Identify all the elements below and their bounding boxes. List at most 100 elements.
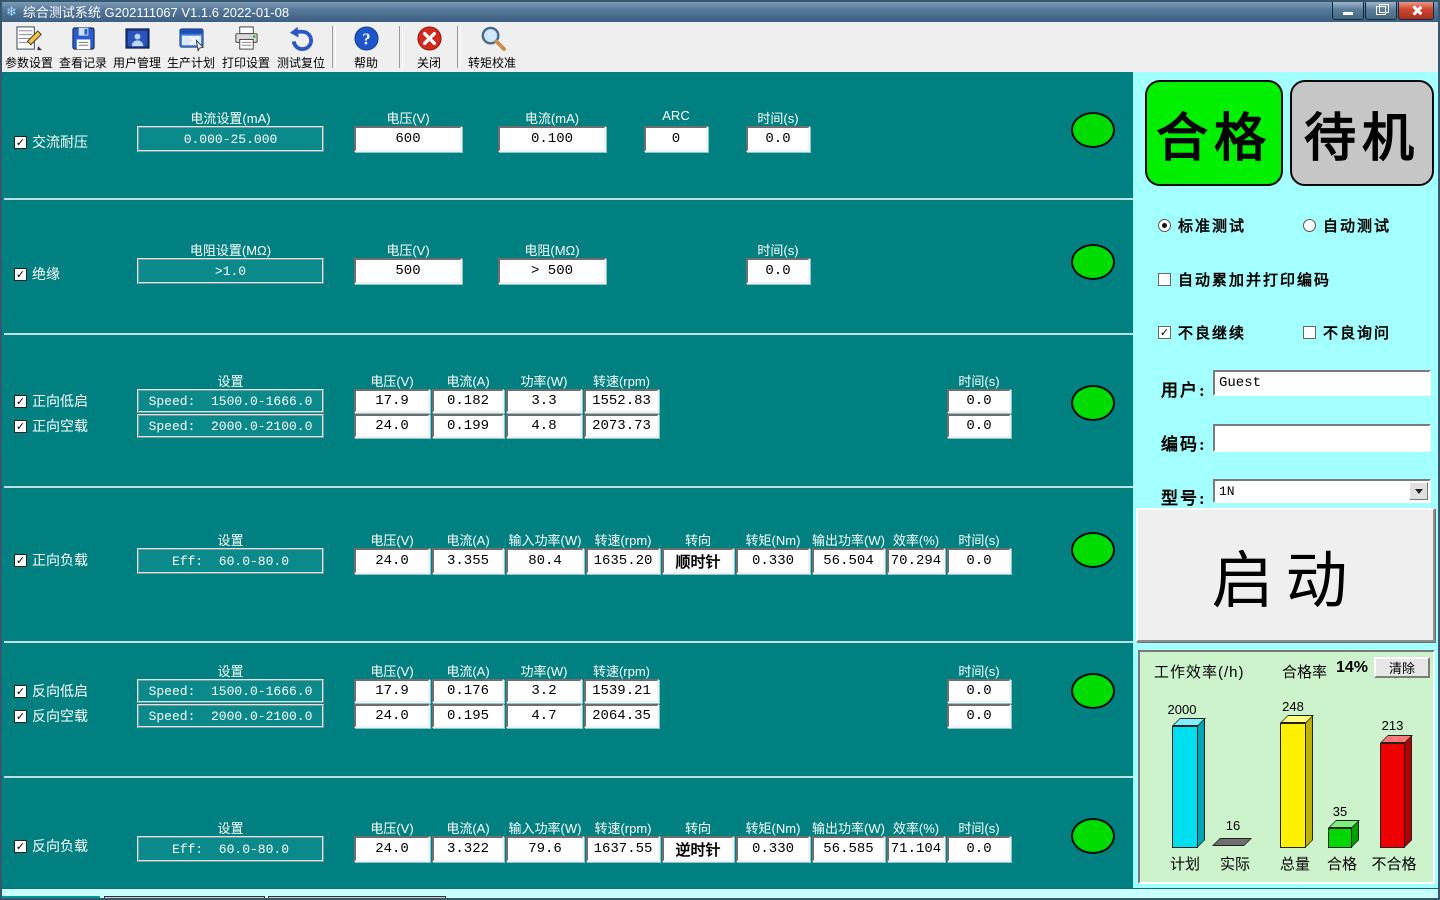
col-header: 电流(A) xyxy=(432,371,504,390)
window-controls xyxy=(1332,0,1434,20)
forward-noload-checkbox[interactable]: ✓正向空载 xyxy=(14,418,88,434)
dropdown-button[interactable] xyxy=(1409,482,1428,500)
value-display: 0.182 xyxy=(432,389,504,413)
col-header: 时间(s) xyxy=(947,530,1011,549)
col-header: 输出功率(W) xyxy=(812,818,885,837)
view-records-button[interactable]: 查看记录 xyxy=(56,24,110,72)
setting-value: Eff: 60.0-80.0 xyxy=(137,836,324,862)
value-display: 0.0 xyxy=(947,414,1011,438)
value-display: 70.294 xyxy=(887,548,945,574)
restore-button[interactable] xyxy=(1365,0,1397,20)
model-value: 1N xyxy=(1219,484,1235,499)
status-led xyxy=(1071,244,1115,280)
col-header: 转速(rpm) xyxy=(584,371,659,390)
fail-ask-checkbox[interactable]: 不良询问 xyxy=(1303,324,1391,340)
start-button[interactable]: 启动 xyxy=(1136,508,1435,642)
minimize-icon xyxy=(1343,12,1353,15)
close-button[interactable] xyxy=(1398,0,1434,20)
pass-rate-label: 合格率 xyxy=(1282,661,1327,682)
bottom-strip xyxy=(0,888,1440,900)
param-settings-button[interactable]: 参数设置 xyxy=(2,24,56,72)
col-header: 功率(W) xyxy=(506,371,582,390)
auto-accumulate-print-checkbox[interactable]: 自动累加并打印编码 xyxy=(1158,271,1331,287)
value-display: 3.355 xyxy=(432,548,504,574)
radio-standard-test[interactable]: 标准测试 xyxy=(1158,217,1246,233)
value-display: 0.330 xyxy=(736,548,810,574)
col-header: 电压(V) xyxy=(354,818,430,837)
value-display: 17.9 xyxy=(354,389,430,413)
value-display: 3.3 xyxy=(506,389,582,413)
col-header: 电流(A) xyxy=(432,530,504,549)
bar-value-fail: 213 xyxy=(1368,718,1417,733)
section-reverse-load: ✓反向负载 设置 Eff: 60.0-80.0 电压(V) 电流(A) 输入功率… xyxy=(4,778,1133,888)
col-header: 电压(V) xyxy=(354,530,430,549)
toolbar: 参数设置 查看记录 用户管理 生产计划 打印设置 测试复位 ? 帮助 xyxy=(0,22,1440,73)
bar-value-actual: 16 xyxy=(1204,818,1262,833)
col-header: 时间(s) xyxy=(947,661,1011,680)
reverse-noload-checkbox[interactable]: ✓反向空载 xyxy=(14,708,88,724)
test-reset-button[interactable]: 测试复位 xyxy=(274,24,328,72)
value-display: 0.0 xyxy=(746,126,810,152)
value-display: 0.0 xyxy=(947,679,1011,703)
col-header: 输入功率(W) xyxy=(506,818,584,837)
forward-load-checkbox[interactable]: ✓正向负载 xyxy=(14,552,88,568)
svg-text:?: ? xyxy=(362,29,370,48)
taskbar-button-partial xyxy=(104,896,265,900)
code-input[interactable] xyxy=(1213,424,1431,452)
col-header: 时间(s) xyxy=(746,108,810,127)
value-display: 2073.73 xyxy=(584,414,659,438)
status-led xyxy=(1071,818,1115,854)
user-management-button[interactable]: 用户管理 xyxy=(110,24,164,72)
col-header: 电压(V) xyxy=(354,371,430,390)
bar-pass xyxy=(1328,820,1352,848)
reverse-load-checkbox[interactable]: ✓反向负载 xyxy=(14,838,88,854)
torque-calibration-button[interactable]: 转矩校准 xyxy=(462,24,522,72)
reverse-lowstart-checkbox[interactable]: ✓反向低启 xyxy=(14,683,88,699)
bar-actual xyxy=(1212,838,1252,846)
section-ac-hipot: ✓交流耐压 电流设置(mA) 0.000-25.000 电压(V) 电流(mA)… xyxy=(4,72,1133,200)
col-header: 电压(V) xyxy=(354,108,462,127)
fail-continue-checkbox[interactable]: ✓不良继续 xyxy=(1158,324,1246,340)
col-header: 转速(rpm) xyxy=(586,818,660,837)
forward-lowstart-checkbox[interactable]: ✓正向低启 xyxy=(14,393,88,409)
value-display: 600 xyxy=(354,126,462,152)
col-header: 转向 xyxy=(662,530,734,549)
bar-category: 合格 xyxy=(1318,853,1366,874)
section-reverse-lowstart-noload: ✓反向低启 ✓反向空载 设置 Speed: 1500.0-1666.0 Spee… xyxy=(4,643,1133,778)
value-display: 24.0 xyxy=(354,704,430,728)
value-display: 17.9 xyxy=(354,679,430,703)
ac-hipot-checkbox[interactable]: ✓交流耐压 xyxy=(14,134,88,150)
clear-button[interactable]: 清除 xyxy=(1374,657,1430,678)
setting-value: Speed: 2000.0-2100.0 xyxy=(137,704,324,728)
value-display: 24.0 xyxy=(354,414,430,438)
section-forward-lowstart-noload: ✓正向低启 ✓正向空载 设置 Speed: 1500.0-1666.0 Spee… xyxy=(4,335,1133,488)
setting-value: >1.0 xyxy=(137,258,324,284)
user-input[interactable] xyxy=(1213,370,1431,396)
help-button[interactable]: ? 帮助 xyxy=(340,24,392,72)
setting-value: Speed: 1500.0-1666.0 xyxy=(137,679,324,703)
value-display: 0.100 xyxy=(498,126,606,152)
close-app-button[interactable]: 关闭 xyxy=(406,24,452,72)
print-settings-button[interactable]: 打印设置 xyxy=(219,24,273,72)
printer-icon xyxy=(233,25,260,52)
value-display: 71.104 xyxy=(887,836,945,862)
direction-display: 逆时针 xyxy=(662,836,734,862)
radio-auto-test[interactable]: 自动测试 xyxy=(1303,217,1391,233)
standby-status: 待机 xyxy=(1290,80,1434,186)
minimize-button[interactable] xyxy=(1332,0,1364,20)
insulation-checkbox[interactable]: ✓绝缘 xyxy=(14,266,60,282)
model-select[interactable]: 1N xyxy=(1213,479,1431,503)
col-header: 时间(s) xyxy=(947,818,1011,837)
value-display: 1539.21 xyxy=(584,679,659,703)
setting-header: 设置 xyxy=(137,371,324,390)
close-red-icon xyxy=(416,25,443,52)
bar-category: 计划 xyxy=(1158,853,1212,874)
status-led xyxy=(1071,673,1115,709)
bar-category: 实际 xyxy=(1208,853,1262,874)
bar-category: 总量 xyxy=(1268,853,1322,874)
value-display: 1635.20 xyxy=(586,548,660,574)
col-header: 电压(V) xyxy=(354,661,430,680)
value-display: 4.7 xyxy=(506,704,582,728)
production-plan-button[interactable]: 生产计划 xyxy=(164,24,218,72)
pass-rate-value: 14% xyxy=(1336,659,1368,677)
